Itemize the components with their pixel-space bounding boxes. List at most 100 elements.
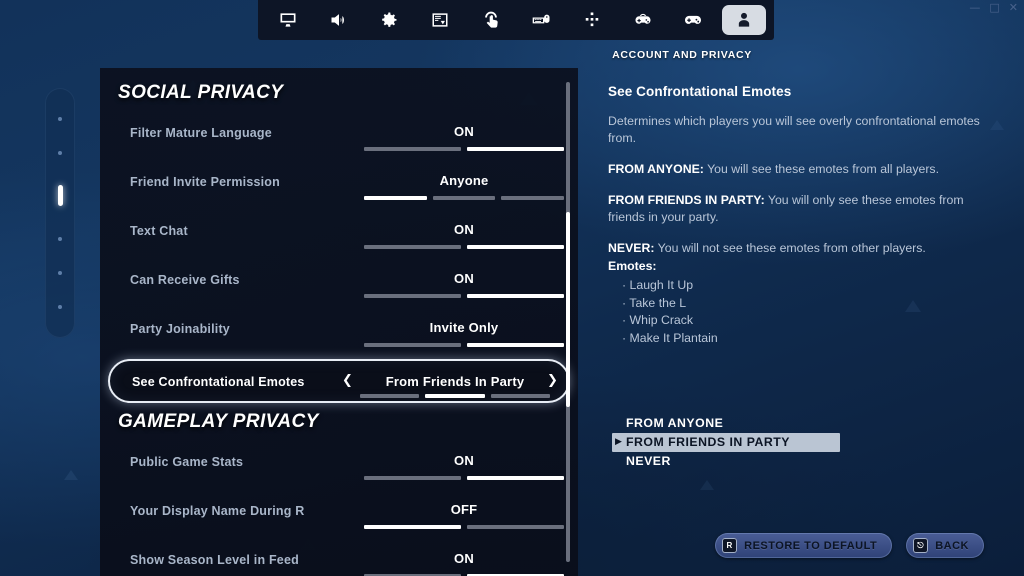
- segment: [364, 476, 461, 480]
- segment: [467, 476, 564, 480]
- gear-icon: [379, 10, 399, 30]
- tab-touch[interactable]: [469, 5, 513, 35]
- setting-row[interactable]: Friend Invite Permission Anyone: [100, 163, 578, 212]
- back-button[interactable]: ⎋ BACK: [906, 533, 984, 558]
- setting-row[interactable]: Your Display Name During R OFF: [100, 492, 578, 541]
- description-term: NEVER:: [608, 241, 655, 255]
- segment: [364, 147, 461, 151]
- setting-row[interactable]: Filter Mature Language ON: [100, 114, 578, 163]
- setting-value: Anyone: [439, 173, 489, 188]
- tab-video[interactable]: [266, 5, 310, 35]
- background-particle: [64, 470, 78, 480]
- segment: [364, 294, 461, 298]
- description-entry: FROM FRIENDS IN PARTY: You will only see…: [608, 192, 980, 226]
- option-label: FROM ANYONE: [626, 416, 724, 430]
- setting-label: Your Display Name During R: [130, 504, 305, 518]
- description-intro: Determines which players you will see ov…: [608, 114, 980, 145]
- page-nav-rail[interactable]: [45, 88, 75, 338]
- chevron-left-icon[interactable]: ❮: [342, 374, 353, 388]
- nav-rail-dot-5[interactable]: [58, 304, 62, 309]
- settings-tab-bar: [258, 0, 774, 40]
- segment: [432, 196, 496, 200]
- setting-row[interactable]: Can Receive Gifts ON: [100, 261, 578, 310]
- tab-controller-config[interactable]: [621, 5, 665, 35]
- option-label: NEVER: [626, 454, 671, 468]
- list-item: Whip Crack: [622, 312, 980, 330]
- segment: [467, 525, 564, 529]
- selection-marker-icon: ▶: [615, 437, 623, 447]
- setting-segment-indicator[interactable]: [364, 196, 565, 200]
- segment: [360, 394, 420, 398]
- controller-alt-icon: [633, 10, 653, 30]
- description-term: FROM FRIENDS IN PARTY:: [608, 193, 765, 207]
- minimize-icon[interactable]: —: [969, 2, 980, 14]
- maximize-icon[interactable]: □: [989, 2, 999, 14]
- segment: [467, 245, 564, 249]
- speaker-icon: [329, 10, 349, 30]
- monitor-icon: [278, 10, 298, 30]
- close-icon[interactable]: ✕: [1009, 2, 1018, 14]
- option-list[interactable]: FROM ANYONE ▶ FROM FRIENDS IN PARTY NEVER: [612, 414, 842, 471]
- setting-segment-indicator[interactable]: [364, 343, 564, 347]
- description-entry: NEVER: You will not see these emotes fro…: [608, 240, 980, 257]
- settings-scrollbar-thumb[interactable]: [566, 212, 570, 407]
- setting-segment-indicator[interactable]: [364, 294, 564, 298]
- gamepad-icon: [683, 10, 703, 30]
- description-entry: FROM ANYONE: You will see these emotes f…: [608, 161, 980, 178]
- setting-segment-indicator[interactable]: [364, 525, 564, 529]
- segment: [364, 245, 461, 249]
- setting-row-selected[interactable]: See Confrontational Emotes ❮ ❯ From Friends…: [108, 359, 570, 403]
- segment: [364, 343, 461, 347]
- esc-key-icon: ⎋: [913, 538, 929, 553]
- segment: [364, 196, 427, 200]
- setting-label: Filter Mature Language: [130, 126, 272, 140]
- description-text: You will see these emotes from all playe…: [703, 162, 939, 176]
- setting-row[interactable]: Text Chat ON: [100, 212, 578, 261]
- nav-rail-dot-1[interactable]: [58, 151, 62, 156]
- tab-controller[interactable]: [671, 5, 715, 35]
- nav-rail-dot-0[interactable]: [58, 117, 62, 122]
- setting-segment-indicator[interactable]: [364, 147, 564, 151]
- setting-segment-indicator[interactable]: [364, 476, 564, 480]
- setting-row[interactable]: Show Season Level in Feed ON: [100, 541, 578, 576]
- setting-row[interactable]: Party Joinability Invite Only: [100, 310, 578, 359]
- option-item-selected[interactable]: ▶ FROM FRIENDS IN PARTY: [612, 433, 840, 452]
- option-item[interactable]: FROM ANYONE: [612, 414, 842, 433]
- description-heading: See Confrontational Emotes: [608, 84, 792, 99]
- action-buttons: R RESTORE TO DEFAULT ⎋ BACK: [715, 533, 984, 558]
- setting-value: ON: [454, 453, 474, 468]
- r-key-icon: R: [722, 538, 738, 553]
- segment: [490, 394, 550, 398]
- nav-rail-dot-4[interactable]: [58, 270, 62, 275]
- setting-label: Text Chat: [130, 224, 188, 238]
- setting-description-panel: See Confrontational Emotes Determines wh…: [608, 84, 980, 347]
- setting-row[interactable]: Public Game Stats ON: [100, 443, 578, 492]
- restore-to-default-button[interactable]: R RESTORE TO DEFAULT: [715, 533, 893, 558]
- tab-brightness[interactable]: [570, 5, 614, 35]
- nav-rail-dot-3[interactable]: [58, 236, 62, 241]
- nav-rail-dot-2-active[interactable]: [57, 185, 63, 207]
- tab-keyboard-mouse[interactable]: [519, 5, 563, 35]
- setting-segment-indicator[interactable]: [364, 245, 564, 249]
- segment: [467, 294, 564, 298]
- list-item: Laugh It Up: [622, 277, 980, 295]
- setting-label: Can Receive Gifts: [130, 273, 240, 287]
- setting-segment-indicator[interactable]: [360, 394, 550, 398]
- settings-scrollbar-track[interactable]: [566, 82, 570, 562]
- emotes-label-text: Emotes:: [608, 259, 657, 273]
- tab-audio[interactable]: [317, 5, 361, 35]
- list-item: Take the L: [622, 295, 980, 313]
- tab-game[interactable]: [367, 5, 411, 35]
- setting-value: ON: [454, 222, 474, 237]
- tab-hud-layout[interactable]: [418, 5, 462, 35]
- setting-value: ON: [454, 271, 474, 286]
- setting-value: ON: [454, 124, 474, 139]
- option-item[interactable]: NEVER: [612, 452, 842, 471]
- settings-list-panel: SOCIAL PRIVACY Filter Mature Language ON Fr…: [100, 68, 578, 576]
- description-text: You will not see these emotes from other…: [654, 241, 926, 255]
- setting-value: ON: [454, 551, 474, 566]
- tab-account-privacy[interactable]: [721, 5, 766, 35]
- setting-value: Invite Only: [429, 320, 499, 335]
- active-tab-caption: ACCOUNT AND PRIVACY: [612, 49, 752, 61]
- touch-input-icon: [481, 10, 501, 30]
